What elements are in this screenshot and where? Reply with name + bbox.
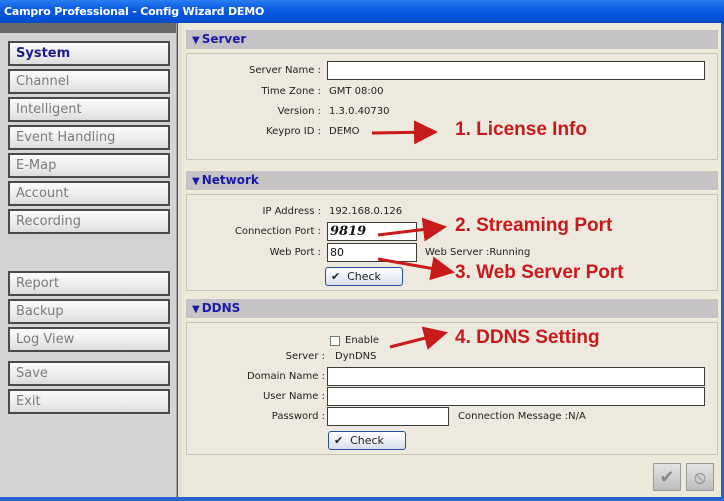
exit-button[interactable]: Exit bbox=[8, 389, 170, 414]
network-section-title: Network bbox=[201, 173, 259, 187]
domain-name-label: Domain Name : bbox=[246, 371, 325, 382]
annotation-web-server-port: 3. Web Server Port bbox=[455, 262, 624, 283]
checkmark-icon: ✔ bbox=[331, 270, 341, 283]
server-name-label: Server Name : bbox=[248, 65, 321, 76]
keypro-id-value: DEMO bbox=[329, 126, 360, 137]
server-name-input[interactable] bbox=[327, 61, 705, 80]
sidebar-item-log-view[interactable]: Log View bbox=[8, 327, 170, 352]
cancel-icon: ⦸ bbox=[694, 466, 706, 488]
ddns-check-button[interactable]: ✔ Check bbox=[328, 431, 406, 450]
sidebar-item-intelligent[interactable]: Intelligent bbox=[8, 97, 170, 122]
sidebar-item-emap[interactable]: E-Map bbox=[8, 153, 170, 178]
ddns-server-label: Server : bbox=[285, 351, 325, 362]
ddns-server-value: DynDNS bbox=[335, 351, 377, 362]
sidebar: System Channel Intelligent Event Handlin… bbox=[0, 23, 177, 498]
save-button[interactable]: Save bbox=[8, 361, 170, 386]
check-label: Check bbox=[350, 434, 384, 447]
connection-message: Connection Message :N/A bbox=[458, 411, 586, 422]
ok-button[interactable]: ✔ bbox=[653, 463, 681, 491]
ip-address-value: 192.168.0.126 bbox=[329, 206, 403, 217]
checkmark-icon: ✔ bbox=[659, 466, 675, 488]
enable-checkbox[interactable] bbox=[330, 336, 340, 346]
sidebar-item-account[interactable]: Account bbox=[8, 181, 170, 206]
annotation-ddns-setting: 4. DDNS Setting bbox=[455, 327, 600, 348]
sidebar-item-channel[interactable]: Channel bbox=[8, 69, 170, 94]
section-collapse-icon[interactable]: ▼ bbox=[192, 300, 200, 319]
ddns-panel: Enable Server : DynDNS Domain Name : Use… bbox=[186, 322, 718, 455]
connection-port-input[interactable]: 9819 bbox=[327, 222, 417, 241]
cancel-button[interactable]: ⦸ bbox=[686, 463, 714, 491]
network-section-header: ▼ Network bbox=[186, 171, 718, 190]
ddns-section-header: ▼ DDNS bbox=[186, 299, 718, 318]
ip-address-label: IP Address : bbox=[262, 206, 321, 217]
password-input[interactable] bbox=[327, 407, 449, 426]
network-panel: IP Address : 192.168.0.126 Connection Po… bbox=[186, 194, 718, 291]
sidebar-item-event-handling[interactable]: Event Handling bbox=[8, 125, 170, 150]
web-port-input[interactable]: 80 bbox=[327, 243, 417, 262]
version-value: 1.3.0.40730 bbox=[329, 106, 390, 117]
sidebar-item-report[interactable]: Report bbox=[8, 271, 170, 296]
user-name-label: User Name : bbox=[262, 391, 325, 402]
checkmark-icon: ✔ bbox=[334, 434, 344, 447]
web-server-status: Web Server :Running bbox=[425, 247, 531, 258]
time-zone-label: Time Zone : bbox=[261, 86, 321, 97]
server-section-title: Server bbox=[201, 32, 247, 46]
ddns-section-title: DDNS bbox=[201, 301, 241, 315]
window-border-bottom bbox=[0, 497, 724, 501]
domain-name-input[interactable] bbox=[327, 367, 705, 386]
web-port-label: Web Port : bbox=[269, 247, 321, 258]
check-label: Check bbox=[347, 270, 381, 283]
version-label: Version : bbox=[277, 106, 321, 117]
keypro-id-label: Keypro ID : bbox=[266, 126, 321, 137]
server-section-header: ▼ Server bbox=[186, 30, 718, 49]
enable-label: Enable bbox=[345, 335, 380, 346]
sidebar-item-recording[interactable]: Recording bbox=[8, 209, 170, 234]
network-check-button[interactable]: ✔ Check bbox=[325, 267, 403, 286]
sidebar-header-bar bbox=[0, 23, 176, 33]
connection-port-label: Connection Port : bbox=[234, 226, 321, 237]
password-label: Password : bbox=[271, 411, 325, 422]
annotation-license-info: 1. License Info bbox=[455, 119, 587, 140]
user-name-input[interactable] bbox=[327, 387, 705, 406]
section-collapse-icon[interactable]: ▼ bbox=[192, 31, 200, 50]
sidebar-item-system[interactable]: System bbox=[8, 41, 170, 66]
annotation-streaming-port: 2. Streaming Port bbox=[455, 215, 613, 236]
window-title: Campro Professional - Config Wizard DEMO bbox=[0, 0, 724, 23]
main-content: ▼ Server Server Name : Time Zone : GMT 08… bbox=[178, 23, 721, 498]
sidebar-item-backup[interactable]: Backup bbox=[8, 299, 170, 324]
time-zone-value: GMT 08:00 bbox=[329, 86, 384, 97]
section-collapse-icon[interactable]: ▼ bbox=[192, 172, 200, 191]
server-panel: Server Name : Time Zone : GMT 08:00 Vers… bbox=[186, 53, 718, 160]
